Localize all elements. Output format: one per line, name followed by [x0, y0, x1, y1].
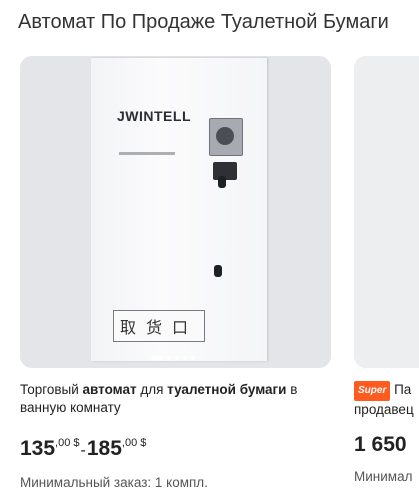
carousel-dot[interactable] — [191, 356, 195, 360]
carousel-dot-active[interactable] — [151, 356, 163, 360]
coin-slot-opening — [216, 127, 234, 145]
title-part: для — [136, 382, 168, 397]
min-order: Минимал — [354, 469, 413, 484]
lock-icon — [218, 176, 226, 188]
brand-logo: JWINTELL — [117, 108, 191, 124]
product-card[interactable]: JWINTELL 取货口 Торговый автомат для туалет… — [20, 56, 331, 492]
title-part: Па — [390, 382, 412, 397]
coin-slot-icon — [209, 118, 243, 156]
price-min-int: 135 — [20, 437, 56, 460]
min-order: Минимальный заказ: 1 компл. — [20, 475, 208, 490]
price-range: 135,00 $-185,00 $ — [20, 429, 331, 465]
carousel-indicator — [151, 356, 195, 360]
product-title[interactable]: Торговый автомат для туалетной бумаги в … — [20, 381, 331, 417]
page-title: Автомат По Продаже Туалетной Бумаги — [18, 11, 389, 33]
price-max-dec: ,00 — [121, 437, 138, 449]
carousel-dot[interactable] — [167, 356, 171, 360]
lock-icon — [214, 265, 222, 277]
title-keyword: автомат — [82, 382, 137, 397]
currency: $ — [73, 437, 80, 449]
product-title[interactable]: Super Па продавец — [354, 381, 419, 419]
product-card[interactable]: Super Па продавец 1 650 Минимал — [354, 56, 419, 486]
title-keyword: туалетной бумаги — [167, 382, 287, 397]
pickup-window-label: 取货口 — [113, 310, 205, 342]
super-seller-badge: Super — [354, 381, 391, 401]
price-max-int: 185 — [86, 437, 122, 460]
title-part: Торговый — [20, 382, 83, 397]
carousel-dot[interactable] — [183, 356, 187, 360]
product-image[interactable] — [354, 56, 419, 368]
currency: $ — [140, 437, 147, 449]
carousel-dot[interactable] — [175, 356, 179, 360]
vending-machine-illustration: JWINTELL 取货口 — [91, 58, 267, 361]
decorative-line — [119, 152, 175, 155]
title-part: продавец — [354, 402, 414, 417]
product-image[interactable]: JWINTELL 取货口 — [20, 56, 331, 368]
price-separator: - — [80, 442, 86, 459]
price-min-dec: ,00 — [55, 437, 71, 449]
price: 1 650 — [354, 433, 407, 456]
